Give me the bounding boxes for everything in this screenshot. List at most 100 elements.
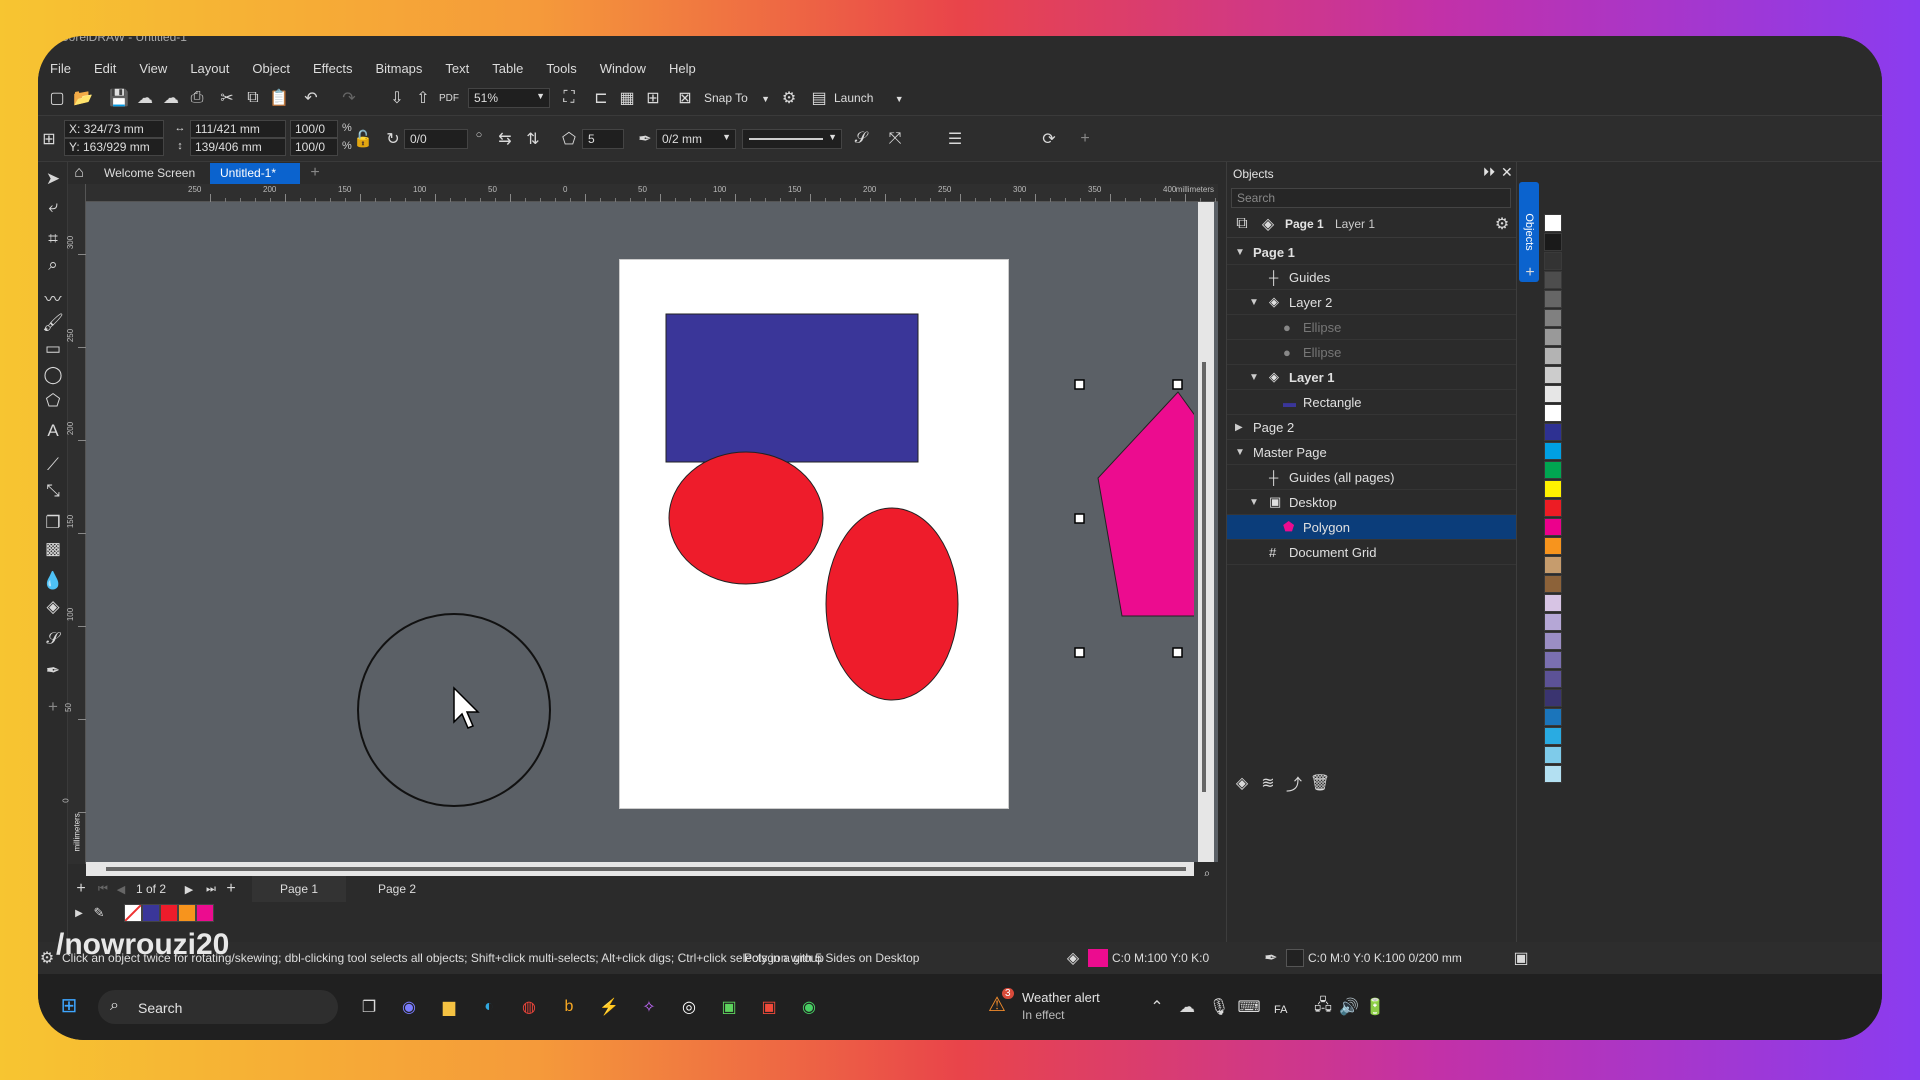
eyedropper-tool-icon[interactable]: 💧 xyxy=(40,568,66,594)
copy-icon[interactable]: ⧉ xyxy=(242,87,264,109)
menu-help[interactable]: Help xyxy=(669,61,696,76)
color-swatch[interactable] xyxy=(1544,271,1562,289)
add-icon[interactable]: + xyxy=(1074,128,1096,150)
expand-docker-icon[interactable]: ⏵⏵ xyxy=(1483,165,1495,180)
keyboard-icon[interactable]: ⌨ xyxy=(1237,996,1260,1018)
color-swatch[interactable] xyxy=(1544,575,1562,593)
close-docker-icon[interactable]: ✕ xyxy=(1501,164,1513,181)
add-page-after-icon[interactable]: + xyxy=(220,878,242,900)
color-swatch[interactable] xyxy=(1544,480,1562,498)
vertical-ruler[interactable]: millimeters 300 250 200 150 100 50 0 xyxy=(62,184,86,864)
red-ellipse-1[interactable] xyxy=(668,451,824,585)
vertical-scroll-thumb[interactable] xyxy=(1202,362,1206,792)
recorder-icon[interactable]: ◎ xyxy=(678,996,700,1018)
object-tree-row[interactable]: ▼ Master Page xyxy=(1227,440,1517,465)
color-swatch[interactable] xyxy=(1544,651,1562,669)
color-swatch[interactable] xyxy=(1544,442,1562,460)
color-settings-icon[interactable]: ▣ xyxy=(1510,947,1532,969)
current-layer-label[interactable]: Layer 1 xyxy=(1335,217,1375,231)
launch-app-icon[interactable]: ▤ xyxy=(808,87,830,109)
camtasia-icon[interactable]: ▣ xyxy=(718,996,740,1018)
connector-tool-icon[interactable]: ⤡ xyxy=(40,478,66,504)
undo-icon[interactable]: ↶ xyxy=(300,87,322,109)
color-swatch[interactable] xyxy=(1544,670,1562,688)
menu-object[interactable]: Object xyxy=(252,61,290,76)
scale-x-field[interactable]: 100/0 xyxy=(290,120,338,138)
delete-icon[interactable]: 🗑 xyxy=(1309,772,1331,794)
new-tab-icon[interactable]: + xyxy=(304,162,326,184)
mirror-vertical-icon[interactable]: ⇅ xyxy=(522,128,544,150)
home-icon[interactable]: ⌂ xyxy=(68,162,90,184)
node-edit-icon[interactable]: ⤧ xyxy=(884,128,906,150)
object-tree-row[interactable]: ▼ Page 1 xyxy=(1227,240,1517,265)
battery-icon[interactable]: 🔋 xyxy=(1364,996,1386,1018)
object-tree-row[interactable]: ▼ ▣ Desktop xyxy=(1227,490,1517,515)
chrome-icon[interactable]: ◍ xyxy=(518,996,540,1018)
object-tree-row[interactable]: ⬟ Polygon xyxy=(1227,515,1517,540)
text-wrap-icon[interactable]: ☰ xyxy=(944,128,966,150)
file-explorer-icon[interactable]: ▆ xyxy=(438,996,460,1018)
color-swatch[interactable] xyxy=(1544,594,1562,612)
color-swatch[interactable] xyxy=(1544,746,1562,764)
color-swatch[interactable] xyxy=(1544,556,1562,574)
object-tree-row[interactable]: ● Ellipse xyxy=(1227,315,1517,340)
move-to-layer-icon[interactable]: ⤴ xyxy=(1283,772,1305,794)
copilot-icon[interactable]: ✧ xyxy=(638,996,660,1018)
mirror-horizontal-icon[interactable]: ⇆ xyxy=(494,128,516,150)
rotation-field[interactable]: 0/0 xyxy=(404,129,468,149)
object-tree-row[interactable]: ┼ Guides xyxy=(1227,265,1517,290)
launch-dropdown[interactable]: Launch ▼ xyxy=(834,91,904,105)
app-b-icon[interactable]: b xyxy=(558,996,580,1018)
page-switch-icon[interactable]: ⧉ xyxy=(1231,213,1253,235)
volume-icon[interactable]: 🔊 xyxy=(1338,996,1360,1018)
sides-field[interactable]: 5 xyxy=(582,129,624,149)
menu-bitmaps[interactable]: Bitmaps xyxy=(375,61,422,76)
color-swatch[interactable] xyxy=(1544,309,1562,327)
color-swatch[interactable] xyxy=(1544,461,1562,479)
artistic-media-icon[interactable]: 🖌 xyxy=(40,310,66,336)
menu-tools[interactable]: Tools xyxy=(546,61,576,76)
color-swatch[interactable] xyxy=(1544,385,1562,403)
menu-effects[interactable]: Effects xyxy=(313,61,353,76)
color-swatch[interactable] xyxy=(1544,632,1562,650)
color-swatch[interactable] xyxy=(1544,518,1562,536)
open-icon[interactable]: 📂 xyxy=(72,87,94,109)
app-red-icon[interactable]: ▣ xyxy=(758,996,780,1018)
object-tree-row[interactable]: ▬ Rectangle xyxy=(1227,390,1517,415)
ellipse-tool-icon[interactable]: ◯ xyxy=(40,362,66,388)
palette-swatch[interactable] xyxy=(160,904,178,922)
color-swatch[interactable] xyxy=(1544,708,1562,726)
outline-swatch[interactable] xyxy=(1286,949,1304,967)
color-swatch[interactable] xyxy=(1544,366,1562,384)
last-page-icon[interactable]: ⏭ xyxy=(200,878,222,900)
object-tree-row[interactable]: # Document Grid xyxy=(1227,540,1517,565)
horizontal-scrollbar[interactable] xyxy=(86,862,1194,876)
expand-down-icon[interactable]: ▼ xyxy=(1235,447,1245,458)
options-gear-icon[interactable]: ⚙ xyxy=(778,87,800,109)
zoom-tool-icon[interactable]: ⌕ xyxy=(40,252,66,278)
page-tab-2[interactable]: Page 2 xyxy=(350,876,444,902)
fill-swatch[interactable] xyxy=(1088,949,1108,967)
fit-page-icon[interactable]: ⛶ xyxy=(558,87,580,109)
cloud-sync-icon[interactable]: ☁ xyxy=(160,87,182,109)
print-icon[interactable]: ⎙ xyxy=(186,87,208,109)
vertical-scroll-track[interactable] xyxy=(1198,202,1214,862)
menu-file[interactable]: File xyxy=(50,61,71,76)
object-tree-row[interactable]: ▼ ◈ Layer 1 xyxy=(1227,365,1517,390)
menu-layout[interactable]: Layout xyxy=(190,61,229,76)
scale-y-field[interactable]: 100/0 xyxy=(290,138,338,156)
add-tool-icon[interactable]: + xyxy=(40,694,66,720)
docker-settings-icon[interactable]: ⚙ xyxy=(1491,213,1513,235)
network-icon[interactable]: 🖧 xyxy=(1312,996,1334,1018)
pdf-icon[interactable]: PDF xyxy=(438,87,460,109)
transparency-tool-icon[interactable]: ▩ xyxy=(40,536,66,562)
text-tool-icon[interactable]: A xyxy=(40,418,66,444)
object-tree-row[interactable]: ▶ Page 2 xyxy=(1227,415,1517,440)
smart-fill-icon[interactable]: 𝒮 xyxy=(40,626,66,652)
color-swatch[interactable] xyxy=(1544,214,1562,232)
onedrive-icon[interactable]: ☁ xyxy=(1176,996,1198,1018)
red-ellipse-2[interactable] xyxy=(825,507,959,701)
color-swatch[interactable] xyxy=(1544,328,1562,346)
crop-tool-icon[interactable]: ⌗ xyxy=(40,226,66,252)
taskbar-search[interactable]: ⌕ Search xyxy=(98,990,338,1024)
